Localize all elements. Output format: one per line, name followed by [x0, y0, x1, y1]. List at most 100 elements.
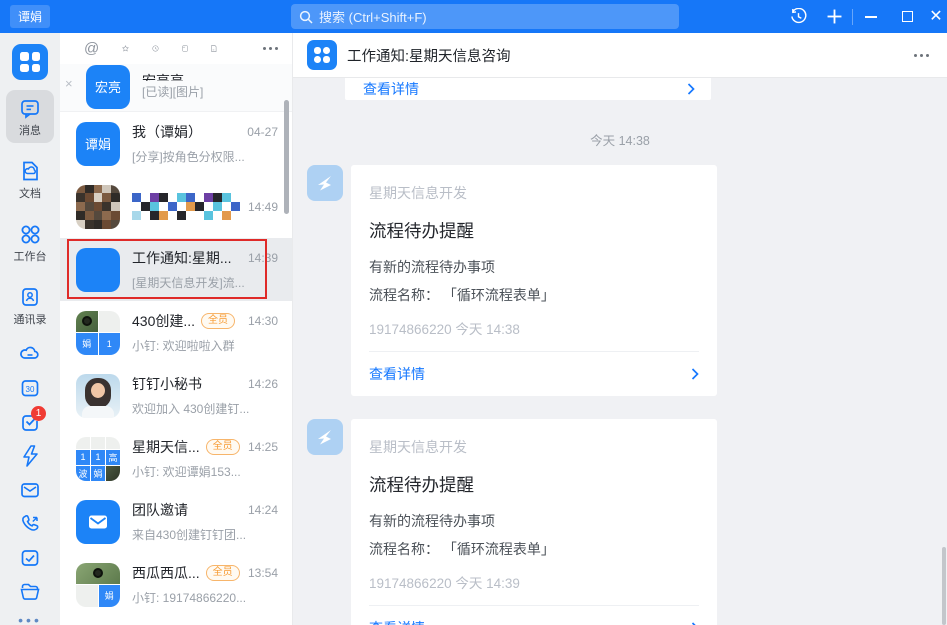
chat-name-clipped: 宏亮亮 — [142, 73, 278, 81]
history-button[interactable] — [780, 0, 816, 33]
message-row: 星期天信息开发 流程待办提醒 有新的流程待办事项 流程名称： 「循环流程表单」 … — [307, 165, 947, 396]
avatar: 谭娟 — [76, 122, 120, 166]
app-logo-icon — [315, 173, 335, 193]
chat-name: 团队邀请 — [132, 500, 188, 520]
phone-icon — [18, 512, 42, 536]
work-notice-avatar — [307, 40, 337, 70]
close-chat-icon[interactable]: × — [65, 76, 73, 91]
maximize-icon — [902, 11, 913, 22]
chat-item-team-invite[interactable]: 团队邀请 14:24 来自430创建钉钉团... — [60, 490, 292, 553]
minimize-icon — [865, 16, 877, 18]
sidebar-item-folder[interactable] — [5, 580, 55, 604]
notification-card[interactable]: 星期天信息开发 流程待办提醒 有新的流程待办事项 流程名称： 「循环流程表单」 … — [351, 419, 717, 625]
cloud-icon — [18, 342, 42, 366]
group-avatar: 1 1 高 波 娟 — [76, 437, 120, 481]
partial-message-card[interactable]: 查看详情 — [345, 78, 711, 100]
notification-card[interactable]: 星期天信息开发 流程待办提醒 有新的流程待办事项 流程名称： 「循环流程表单」 … — [351, 165, 717, 396]
team-invite-avatar — [76, 500, 120, 544]
profile-avatar-button[interactable] — [0, 44, 60, 80]
work-notice-avatar — [76, 248, 120, 292]
search-placeholder: 搜索 (Ctrl+Shift+F) — [319, 7, 427, 26]
chat-item-xingqitian-group[interactable]: 1 1 高 波 娟 星期天信... 全员 14:25 小钉: 欢迎谭娟153..… — [60, 427, 292, 490]
chat-time: 13:54 — [242, 566, 278, 580]
chat-item-430-group[interactable]: 娟 1 430创建... 全员 14:30 小钉: 欢迎啦啦入群 — [60, 301, 292, 364]
sidebar-item-calendar[interactable]: 30 — [5, 376, 55, 400]
view-details-link[interactable]: 查看详情 — [369, 364, 425, 384]
avatar-mosaic — [76, 185, 120, 229]
sidebar-item-mail[interactable] — [5, 478, 55, 502]
chat-item-censored[interactable]: 14:49 — [60, 175, 292, 238]
video-icon — [18, 546, 42, 570]
mention-icon[interactable]: @ — [84, 40, 99, 57]
current-user-chip[interactable]: 谭娟 — [10, 5, 50, 28]
sidebar-item-workbench[interactable]: 工作台 — [6, 216, 54, 269]
chat-name: 钉钉小秘书 — [132, 374, 202, 394]
chat-time: 04-27 — [241, 125, 278, 139]
chat-time: 14:26 — [242, 377, 278, 391]
chat-item-hongliang[interactable]: × 宏亮 宏亮亮 [已读][图片] — [60, 64, 292, 112]
avatar: 宏亮 — [86, 65, 130, 109]
file-icon[interactable] — [211, 40, 217, 57]
search-icon — [299, 10, 313, 24]
close-button[interactable]: ✕ — [925, 0, 947, 33]
chevron-right-icon — [691, 368, 699, 380]
sidebar-item-todo[interactable]: 1 — [5, 410, 55, 434]
sidebar-item-video[interactable] — [5, 546, 55, 570]
chat-list-scrollbar[interactable] — [284, 100, 289, 214]
star-icon[interactable] — [122, 40, 129, 57]
global-search-input[interactable]: 搜索 (Ctrl+Shift+F) — [291, 4, 679, 29]
folder-icon — [18, 580, 42, 604]
chat-name-mosaic — [132, 193, 240, 220]
contacts-icon — [18, 285, 42, 309]
group-avatar: 娟 1 — [76, 311, 120, 355]
sidebar-item-drive[interactable] — [5, 342, 55, 366]
recent-clock-icon[interactable] — [152, 40, 159, 57]
sidebar-item-messages[interactable]: 消息 — [6, 90, 54, 143]
plus-icon — [827, 9, 842, 24]
chat-item-watermelon-group[interactable]: 娟 西瓜西瓜... 全员 13:54 小钉: 19174866220... — [60, 553, 292, 616]
chat-item-secretary[interactable]: 钉钉小秘书 14:26 欢迎加入 430创建钉... — [60, 364, 292, 427]
all-members-badge: 全员 — [201, 313, 235, 329]
maximize-button[interactable] — [889, 0, 925, 33]
chat-preview: 欢迎加入 430创建钉... — [132, 400, 278, 417]
message-area: 查看详情 今天 14:38 星期天信息开发 流程待办提醒 有新的流程待办事项 流… — [293, 78, 947, 625]
profile-avatar — [12, 44, 48, 80]
sidebar-item-calls[interactable] — [5, 512, 55, 536]
chat-item-self[interactable]: 谭娟 我（谭娟） 04-27 [分享]按角色分权限... — [60, 112, 292, 175]
chat-name: 430创建... — [132, 311, 195, 331]
chat-time: 14:30 — [242, 314, 278, 328]
chat-list-toolbar: @ — [60, 33, 292, 64]
minimize-button[interactable] — [853, 0, 889, 33]
view-details-link[interactable]: 查看详情 — [369, 618, 425, 625]
card-link-row[interactable]: 查看详情 — [369, 605, 699, 625]
document-icon — [18, 159, 42, 183]
app-avatar — [307, 165, 343, 201]
chevron-right-icon — [687, 83, 695, 95]
add-button[interactable] — [816, 0, 852, 33]
todo-badge: 1 — [31, 406, 46, 421]
date-divider: 今天 14:38 — [293, 130, 947, 149]
card-title: 流程待办提醒 — [351, 457, 717, 497]
device-icon[interactable] — [182, 40, 188, 57]
all-members-badge: 全员 — [206, 439, 240, 455]
sidebar-item-contacts[interactable]: 通讯录 — [6, 279, 54, 332]
card-line: 有新的流程待办事项 — [351, 257, 717, 277]
window-titlebar: 谭娟 搜索 (Ctrl+Shift+F) ✕ — [0, 0, 947, 33]
app-avatar — [307, 419, 343, 455]
lightning-icon — [19, 444, 41, 468]
sidebar-item-docs[interactable]: 文档 — [6, 153, 54, 206]
chat-name: 西瓜西瓜... — [132, 563, 200, 583]
chat-item-work-notice[interactable]: 工作通知:星期... 14:39 [星期天信息开发]流... — [60, 238, 292, 301]
workbench-icon — [18, 222, 42, 246]
sidebar-label-workbench: 工作台 — [14, 248, 47, 264]
sidebar-item-flash[interactable] — [5, 444, 55, 468]
chat-time: 14:49 — [242, 200, 278, 214]
conversation-more-icon[interactable] — [914, 54, 929, 57]
sidebar-more-icon[interactable]: ••• — [18, 612, 42, 625]
list-more-icon[interactable] — [263, 47, 278, 50]
view-details-link[interactable]: 查看详情 — [363, 79, 419, 99]
chat-preview: [分享]按角色分权限... — [132, 148, 278, 165]
history-icon — [790, 8, 807, 25]
card-link-row[interactable]: 查看详情 — [369, 351, 699, 396]
conversation-scrollbar[interactable] — [942, 547, 946, 625]
